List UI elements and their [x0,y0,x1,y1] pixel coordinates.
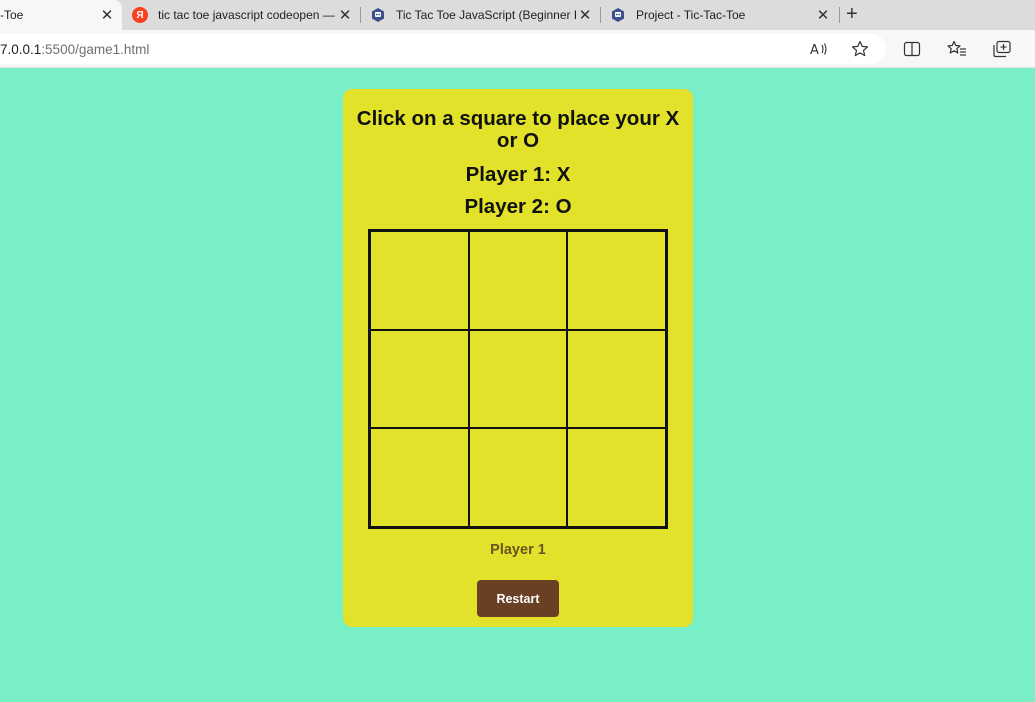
tab-tutorial[interactable]: Tic Tac Toe JavaScript (Beginner F ✕ [362,0,598,30]
board-cell[interactable] [567,231,666,330]
game-card: Click on a square to place your X or O P… [343,89,693,627]
board-cell[interactable] [468,231,568,330]
address-bar-row: 7.0.0.1:5500/game1.html A [0,30,1035,68]
board-cell[interactable] [468,329,568,429]
instruction-heading: Click on a square to place your X or O [356,107,680,152]
tab-project[interactable]: Project - Tic-Tac-Toe ✕ [602,0,836,30]
collections-icon[interactable] [991,38,1013,60]
board-cell[interactable] [370,428,469,527]
close-icon[interactable]: ✕ [576,6,594,24]
board-cell[interactable] [567,329,666,429]
tab-bar: -Toe ✕ Я tic tac toe javascript codeopen… [0,0,1035,30]
tab-title: Project - Tic-Tac-Toe [636,8,746,22]
close-icon[interactable]: ✕ [814,6,832,24]
board-cell[interactable] [567,428,666,527]
tab-divider [600,7,601,23]
yandex-icon: Я [132,7,148,23]
tab-title: -Toe [0,8,24,22]
url-text: 7.0.0.1:5500/game1.html [0,42,149,57]
svg-text:A: A [810,43,819,57]
split-screen-icon[interactable] [901,38,923,60]
tab-title: tic tac toe javascript codeopen — [158,8,335,22]
favorites-icon[interactable] [946,38,968,60]
tab-title: Tic Tac Toe JavaScript (Beginner F [396,8,576,22]
board-cell[interactable] [468,428,568,527]
project-icon [370,7,386,23]
tab-tic-tac-toe[interactable]: -Toe ✕ [0,0,122,30]
restart-button[interactable]: Restart [477,580,559,617]
board-cell[interactable] [370,329,469,429]
read-aloud-icon[interactable]: A [808,38,830,60]
url-path: :5500/game1.html [41,42,150,57]
player1-label: Player 1: X [465,163,571,186]
tab-codeopen-search[interactable]: Я tic tac toe javascript codeopen — ✕ [126,0,358,30]
player2-label: Player 2: O [464,195,572,218]
game-board [368,229,668,529]
project-icon [610,7,626,23]
current-player-status: Player 1 [490,542,546,558]
tab-divider [839,7,840,23]
new-tab-icon[interactable]: + [846,4,858,24]
favorite-star-icon[interactable] [849,38,871,60]
tab-divider [360,7,361,23]
close-icon[interactable]: ✕ [336,6,354,24]
close-icon[interactable]: ✕ [98,6,116,24]
address-bar[interactable]: 7.0.0.1:5500/game1.html A [0,34,886,64]
url-host: 7.0.0.1 [0,42,42,57]
board-cell[interactable] [370,231,469,330]
